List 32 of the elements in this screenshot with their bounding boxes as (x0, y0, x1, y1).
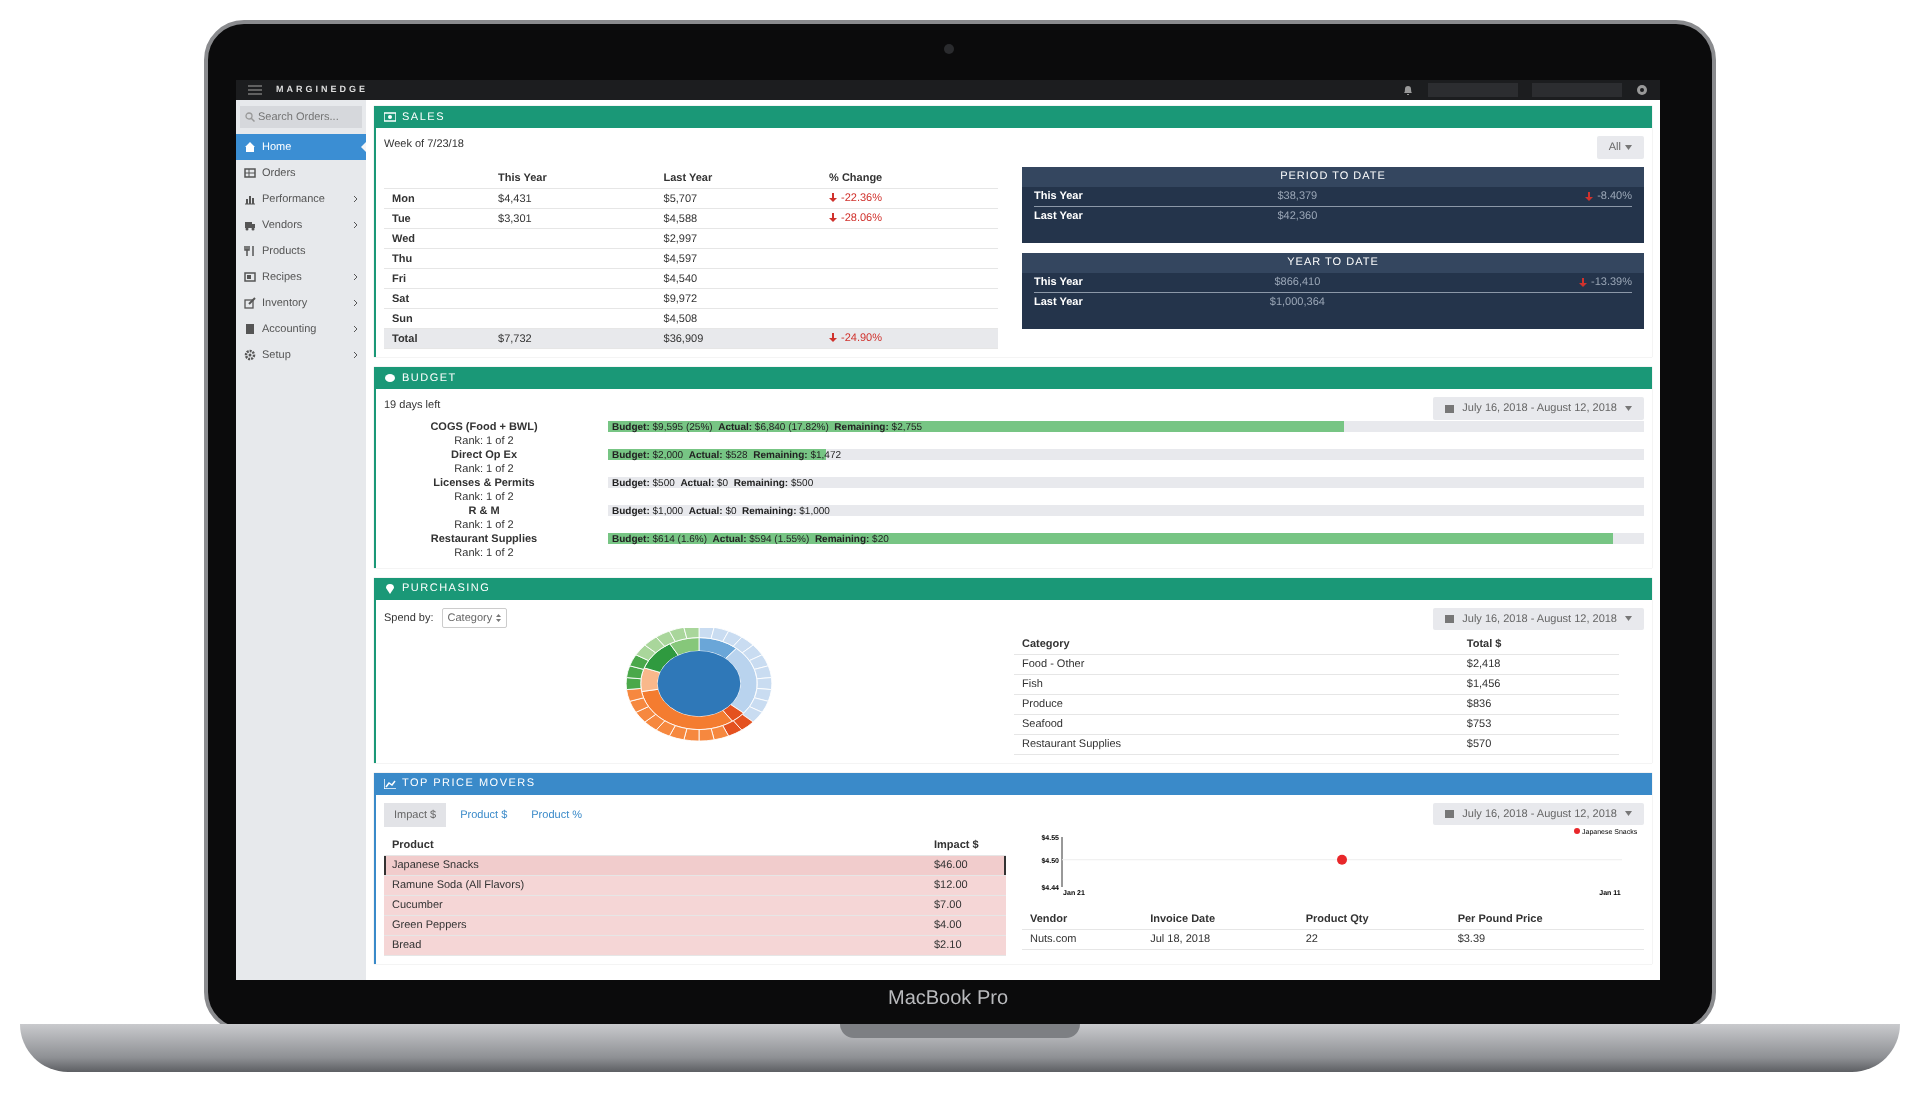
pin-icon (384, 583, 396, 594)
truck-icon (244, 219, 256, 231)
bar-chart-icon (244, 193, 256, 205)
camera (943, 44, 953, 54)
help-icon[interactable] (1636, 84, 1648, 96)
search-icon (245, 112, 255, 122)
device-label: MacBook Pro (887, 986, 1009, 1014)
calendar-icon (1445, 614, 1455, 624)
bell-icon[interactable] (1402, 84, 1414, 96)
caret-icon (1625, 405, 1632, 411)
calendar-icon (1445, 809, 1455, 819)
down-arrow-icon (829, 333, 838, 343)
caret-icon (1625, 811, 1632, 817)
pointer-icon (361, 142, 366, 152)
money-icon (384, 112, 396, 122)
nav-field[interactable] (1532, 83, 1622, 97)
fork-knife-icon (244, 245, 256, 257)
card-icon (244, 271, 256, 283)
nav-field[interactable] (1428, 83, 1518, 97)
edit-icon (244, 297, 256, 309)
calendar-icon (1445, 403, 1455, 413)
list-icon (244, 167, 256, 179)
caret-icon (1625, 616, 1632, 622)
caret-icon (1625, 144, 1632, 150)
data-point (1337, 854, 1347, 865)
line-chart-icon (384, 778, 396, 789)
home-icon (244, 141, 256, 153)
menu-icon[interactable] (248, 85, 262, 95)
sort-icon (496, 613, 502, 622)
down-arrow-icon (1579, 277, 1587, 287)
down-arrow-icon (1585, 191, 1594, 201)
gear-icon (244, 349, 256, 361)
